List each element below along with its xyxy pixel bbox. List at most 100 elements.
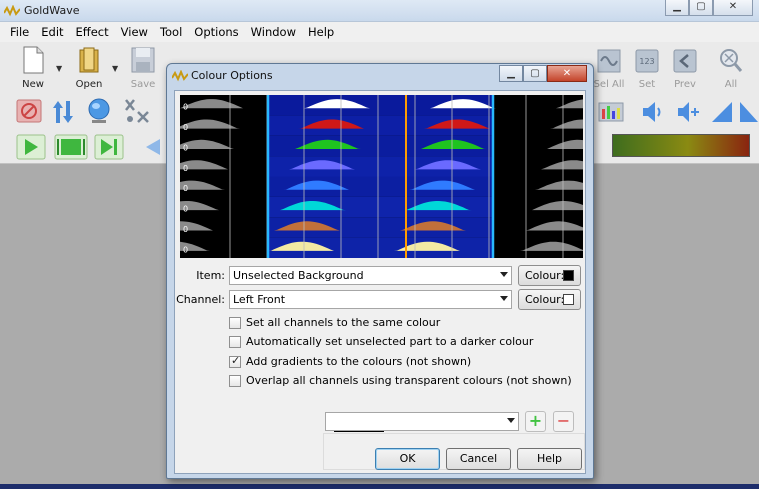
minimize-button[interactable]: ▁	[665, 0, 689, 16]
close-button[interactable]: ✕	[713, 0, 753, 16]
play-to-end-icon[interactable]	[94, 134, 124, 160]
option-darker-unselected[interactable]: Automatically set unselected part to a d…	[229, 334, 533, 349]
unselected-waveform	[180, 180, 268, 190]
waveform-preview: 0 0 0 0 0 0 0 0	[180, 95, 583, 258]
dialog-window-controls: ▁ ▢ ✕	[499, 65, 587, 82]
equalizer-icon[interactable]	[598, 101, 624, 123]
fade-out-icon[interactable]	[738, 100, 758, 124]
unselected-waveform	[493, 221, 583, 231]
no-entry-icon[interactable]	[16, 99, 42, 123]
maximize-button[interactable]: ▢	[689, 0, 713, 16]
channel-zero-label: 0	[183, 205, 188, 214]
help-button[interactable]: Help	[517, 448, 582, 470]
unselected-waveform	[493, 180, 583, 190]
add-scheme-button[interactable]: +	[525, 411, 546, 432]
dialog-body: 0 0 0 0 0 0 0 0 Item: Unselected Background Col…	[174, 90, 586, 474]
level-meter	[612, 134, 750, 157]
goldwave-logo-icon	[172, 70, 188, 82]
set-counter-icon: 123	[635, 49, 659, 73]
menu-help[interactable]: Help	[302, 22, 340, 42]
item-select[interactable]: Unselected Background	[229, 266, 512, 285]
menu-view[interactable]: View	[115, 22, 154, 42]
select-all-button[interactable]: Sel All	[592, 46, 626, 90]
ok-button[interactable]: OK	[375, 448, 440, 470]
unselected-waveform	[180, 99, 268, 109]
menu-bar: File Edit Effect View Tool Options Windo…	[0, 22, 759, 42]
menu-file[interactable]: File	[4, 22, 35, 42]
select-all-icon	[597, 49, 621, 73]
volume-adjust-icon[interactable]	[676, 100, 700, 124]
menu-edit[interactable]: Edit	[35, 22, 69, 42]
unselected-waveform	[493, 160, 583, 170]
main-title-bar: GoldWave ▁ ▢ ✕	[0, 0, 759, 22]
checkbox-overlap-channels[interactable]	[229, 374, 241, 387]
status-bar	[0, 484, 759, 489]
option-overlap-channels[interactable]: Overlap all channels using transparent c…	[229, 373, 572, 388]
chevron-down-icon	[500, 296, 508, 301]
vertical-arrows-icon[interactable]	[50, 99, 76, 125]
zoom-all-icon	[720, 49, 743, 72]
channel-zero-label: 0	[183, 225, 188, 234]
dialog-minimize-button[interactable]: ▁	[499, 65, 523, 82]
cue-points-icon[interactable]	[122, 97, 152, 125]
channel-zero-label: 0	[183, 184, 188, 193]
previous-icon	[673, 49, 697, 73]
play-icon[interactable]	[16, 134, 46, 160]
unselected-waveform	[180, 201, 268, 211]
fade-in-icon[interactable]	[710, 100, 734, 124]
chevron-down-icon	[507, 418, 515, 423]
unselected-waveform	[493, 139, 583, 149]
goldwave-logo-icon	[4, 5, 20, 17]
unselected-waveform	[180, 221, 268, 231]
window-controls: ▁ ▢ ✕	[665, 0, 753, 16]
unselected-waveform	[180, 160, 268, 170]
item-select-value: Unselected Background	[233, 269, 364, 282]
menu-tool[interactable]: Tool	[154, 22, 188, 42]
colour-preview[interactable]: 0 0 0 0 0 0 0 0	[180, 95, 583, 258]
new-dropdown-arrow-icon[interactable]: ▼	[56, 64, 62, 73]
channel-colour-button[interactable]: Colour:	[518, 289, 581, 310]
speaker-icon[interactable]	[640, 100, 664, 124]
channel-zero-label: 0	[183, 164, 188, 173]
channel-select[interactable]: Left Front	[229, 290, 512, 309]
unselected-waveform	[493, 119, 583, 129]
chevron-down-icon	[500, 272, 508, 277]
channel-zero-label: 0	[183, 143, 188, 152]
unselected-waveform	[493, 241, 583, 251]
new-file-icon	[23, 46, 44, 74]
rewind-icon[interactable]	[136, 136, 162, 158]
new-button[interactable]: New	[16, 46, 50, 90]
item-colour-swatch	[563, 270, 574, 281]
checkbox-same-colour[interactable]	[229, 316, 241, 329]
option-add-gradients[interactable]: Add gradients to the colours (not shown)	[229, 354, 471, 369]
schemes-select[interactable]	[325, 412, 519, 431]
save-button[interactable]: Save	[126, 46, 160, 90]
app-title: GoldWave	[24, 4, 80, 17]
option-same-colour[interactable]: Set all channels to the same colour	[229, 315, 440, 330]
item-colour-button[interactable]: Colour:	[518, 265, 581, 286]
open-button[interactable]: Open	[72, 46, 106, 90]
set-button[interactable]: 123 Set	[630, 46, 664, 90]
minus-icon: −	[556, 411, 571, 430]
open-dropdown-arrow-icon[interactable]: ▼	[112, 64, 118, 73]
prev-button[interactable]: Prev	[668, 46, 702, 90]
play-selection-icon[interactable]	[54, 134, 88, 160]
dialog-close-button[interactable]: ✕	[547, 65, 587, 82]
menu-effect[interactable]: Effect	[70, 22, 115, 42]
unselected-waveform	[180, 119, 268, 129]
dialog-title-bar: Colour Options ▁ ▢ ✕	[167, 64, 593, 88]
globe-icon[interactable]	[86, 97, 112, 125]
unselected-waveform	[493, 99, 583, 109]
remove-scheme-button[interactable]: −	[553, 411, 574, 432]
channel-colour-swatch	[563, 294, 574, 305]
unselected-waveform	[180, 139, 268, 149]
item-label: Item:	[196, 269, 225, 282]
all-button[interactable]: All	[714, 46, 748, 90]
menu-options[interactable]: Options	[188, 22, 244, 42]
menu-window[interactable]: Window	[245, 22, 302, 42]
checkbox-darker-unselected[interactable]	[229, 335, 241, 348]
cancel-button[interactable]: Cancel	[446, 448, 511, 470]
dialog-maximize-button[interactable]: ▢	[523, 65, 547, 82]
checkbox-add-gradients[interactable]	[229, 354, 241, 368]
channel-label: Channel:	[176, 293, 225, 306]
